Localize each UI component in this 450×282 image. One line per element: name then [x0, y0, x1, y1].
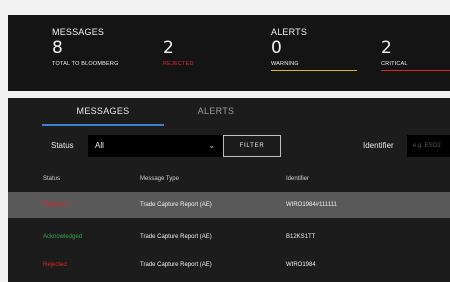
summary-panel: MESSAGES 8 TOTAL TO BLOOMBERG 2 REJECTED… [8, 15, 450, 91]
tab-alerts-label: ALERTS [197, 106, 235, 116]
messages-total-stat: MESSAGES 8 TOTAL TO BLOOMBERG [52, 27, 152, 67]
row-message-type: Trade Capture Report (AE) [140, 202, 212, 208]
status-filter-label: Status [51, 141, 74, 150]
row-status: Rejected [43, 202, 67, 208]
row-message-type: Trade Capture Report (AE) [140, 234, 212, 240]
row-status: Acknowledged [43, 234, 83, 240]
messages-panel: MESSAGES ALERTS Status All ⌄ FILTER Iden… [8, 98, 450, 282]
alerts-warning-stat: ALERTS 0 WARNING [271, 27, 357, 71]
messages-rejected-label: REJECTED [163, 61, 194, 67]
table-row[interactable]: Rejected Trade Capture Report (AE) WIRO1… [8, 192, 450, 218]
column-header-status: Status [43, 176, 61, 182]
row-status: Rejected [43, 262, 67, 268]
row-identifier: WIRO1984#111111 [286, 202, 337, 208]
filter-bar: Status All ⌄ FILTER Identifier e.g. ESO2 [8, 134, 450, 158]
alerts-warning-label: WARNING [271, 61, 299, 67]
tab-messages[interactable]: MESSAGES [42, 98, 164, 128]
column-header-identifier: Identifier [286, 176, 310, 182]
alerts-critical-label: CRITICAL [381, 61, 408, 67]
messages-rejected-count: 2 [163, 38, 174, 58]
alerts-summary-title: ALERTS [271, 27, 308, 37]
messages-rejected-stat: 2 REJECTED [163, 27, 243, 68]
alerts-warning-count: 0 [271, 38, 282, 58]
alerts-critical-stat: 2 CRITICAL [381, 27, 450, 71]
tab-alerts[interactable]: ALERTS [176, 98, 256, 128]
active-tab-indicator [42, 124, 164, 126]
critical-bar [381, 70, 450, 71]
messages-summary-title: MESSAGES [52, 27, 105, 37]
row-identifier: B12KS1TT [286, 234, 316, 240]
status-select[interactable]: All ⌄ [88, 135, 223, 157]
table-row[interactable]: Acknowledged Trade Capture Report (AE) B… [8, 224, 450, 250]
identifier-input[interactable]: e.g. ESO2 [407, 135, 450, 157]
row-identifier: WIRO1984 [286, 262, 316, 268]
tab-messages-label: MESSAGES [76, 106, 130, 116]
filter-button[interactable]: FILTER [223, 135, 281, 157]
table-row[interactable]: Rejected Trade Capture Report (AE) WIRO1… [8, 252, 450, 278]
messages-total-label: TOTAL TO BLOOMBERG [52, 61, 119, 67]
row-message-type: Trade Capture Report (AE) [140, 262, 212, 268]
messages-total-count: 8 [52, 38, 63, 58]
table-header: Status Message Type Identifier [8, 168, 450, 190]
column-header-message-type: Message Type [140, 176, 179, 182]
chevron-down-icon: ⌄ [208, 141, 215, 150]
identifier-filter-label: Identifier [363, 141, 394, 150]
warning-bar [271, 70, 357, 71]
alerts-critical-count: 2 [381, 38, 392, 58]
status-select-value: All [95, 141, 104, 150]
